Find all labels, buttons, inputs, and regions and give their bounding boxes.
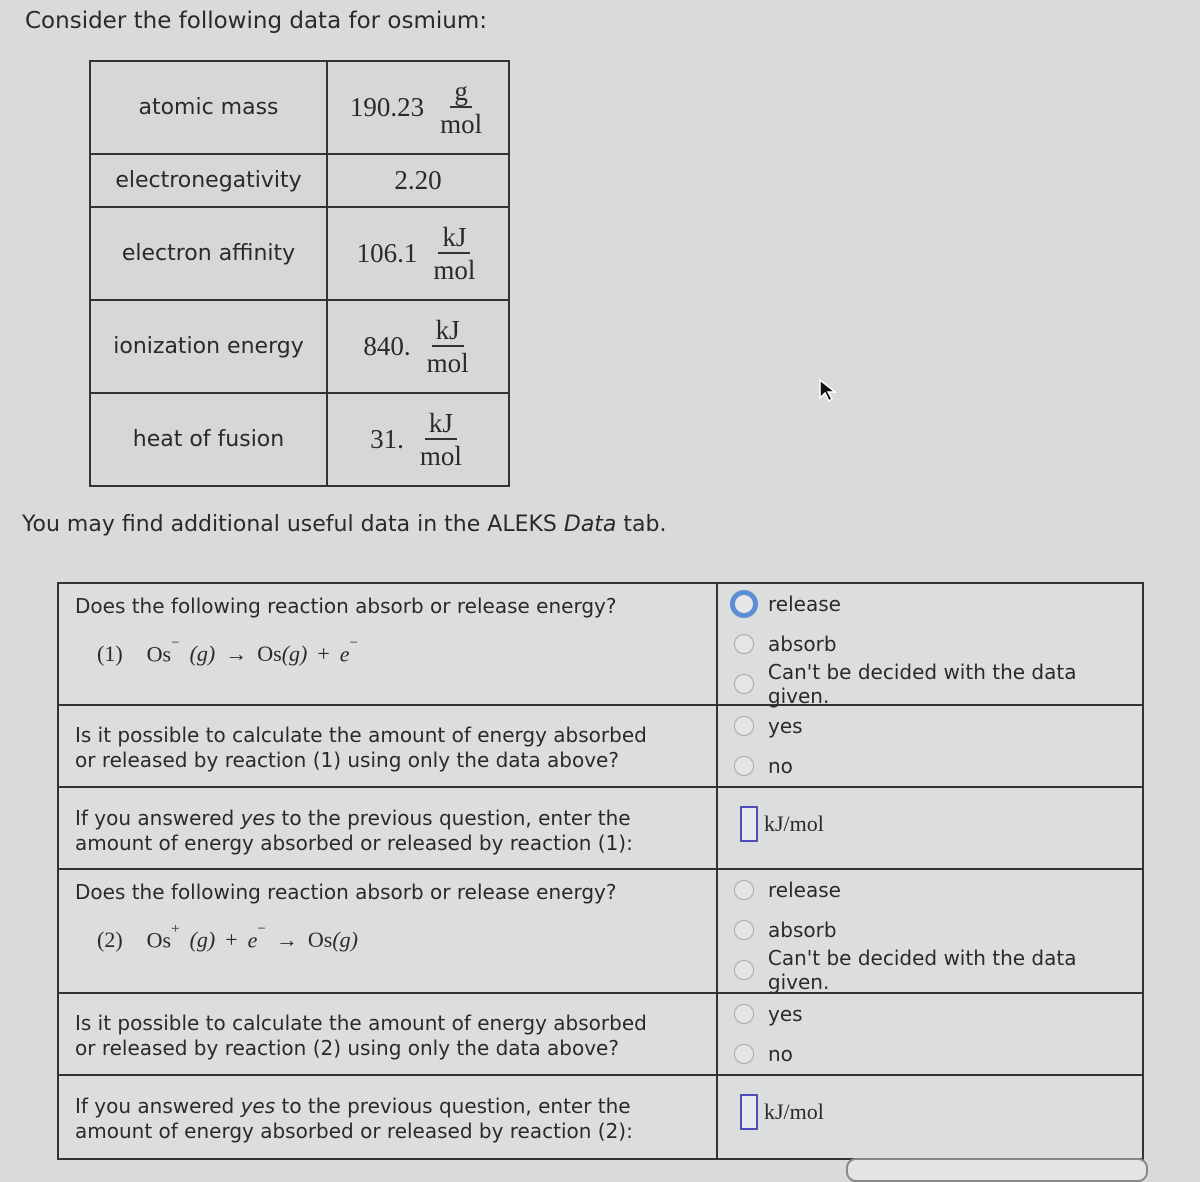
mouse-cursor-icon — [819, 378, 838, 403]
property-label: ionization energy — [89, 299, 328, 394]
arrow-icon: → — [225, 641, 248, 667]
radio-button[interactable] — [734, 1004, 754, 1024]
reaction-2-option-no[interactable]: no — [734, 1034, 1142, 1074]
reaction-2-option-yes[interactable]: yes — [734, 994, 1142, 1034]
radio-button[interactable] — [734, 880, 754, 900]
radio-button[interactable] — [734, 716, 754, 736]
table-row: atomic mass 190.23 g mol — [89, 60, 510, 155]
unit-numerator: g — [450, 76, 472, 108]
unit-denominator: mol — [433, 254, 476, 285]
reaction-2-option-release[interactable]: release — [734, 870, 1142, 910]
osmium-data-table: atomic mass 190.23 g mol electronegativity… — [89, 60, 510, 487]
radio-button[interactable] — [730, 590, 758, 618]
radio-button[interactable] — [734, 674, 754, 694]
bottom-button[interactable] — [846, 1158, 1148, 1182]
radio-button[interactable] — [734, 634, 754, 654]
reaction-1-option-cant-decide[interactable]: Can't be decided with the data given. — [734, 660, 1142, 708]
unit-numerator: kJ — [424, 408, 457, 440]
property-value: 106.1 — [356, 238, 418, 268]
property-value: 840. — [363, 331, 411, 361]
reaction-1-option-no[interactable]: no — [734, 746, 1142, 786]
reaction-2-answer-row: If you answered yes to the previous ques… — [57, 1074, 1144, 1160]
property-label: atomic mass — [89, 60, 328, 155]
table-row: heat of fusion 31. kJ mol — [89, 392, 510, 487]
reaction-2-option-cant-decide[interactable]: Can't be decided with the data given. — [734, 946, 1142, 994]
reaction-1-option-absorb[interactable]: absorb — [734, 624, 1142, 664]
reaction-2-equation: (2) Os+ (g) + e− → Os(g) — [97, 921, 358, 953]
reaction-2-possible-row: Is it possible to calculate the amount o… — [57, 992, 1144, 1076]
reaction-1-equation: (1) Os− (g) → Os(g) + e− — [97, 635, 358, 667]
table-row: electron affinity 106.1 kJ mol — [89, 206, 510, 301]
reaction-1-option-release[interactable]: release — [730, 584, 1142, 624]
radio-button[interactable] — [734, 920, 754, 940]
reaction-2-energy-input[interactable] — [740, 1094, 758, 1130]
reaction-1-possible-row: Is it possible to calculate the amount o… — [57, 704, 1144, 788]
unit-denominator: mol — [419, 440, 462, 471]
unit-numerator: kJ — [431, 315, 464, 347]
reaction-1-energy-input[interactable] — [740, 806, 758, 842]
radio-button[interactable] — [734, 756, 754, 776]
unit-denominator: mol — [440, 108, 483, 139]
reaction-1-answer-row: If you answered yes to the previous ques… — [57, 786, 1144, 870]
unit-label: kJ/mol — [764, 811, 824, 836]
radio-button[interactable] — [734, 960, 754, 980]
data-tab-note: You may find additional useful data in t… — [22, 512, 667, 537]
unit-label: kJ/mol — [764, 1099, 824, 1124]
reaction-2-option-absorb[interactable]: absorb — [734, 910, 1142, 950]
property-value: 2.20 — [326, 153, 510, 208]
unit-numerator: kJ — [438, 222, 471, 254]
reaction-1-question: Does the following reaction absorb or re… — [75, 594, 617, 618]
reaction-2-energy-row: Does the following reaction absorb or re… — [57, 868, 1144, 994]
reaction-2-question: Does the following reaction absorb or re… — [75, 880, 617, 904]
arrow-icon: → — [275, 927, 298, 953]
property-label: electron affinity — [89, 206, 328, 301]
property-value: 31. — [370, 424, 404, 454]
question-table: Does the following reaction absorb or re… — [57, 582, 1144, 1160]
table-row: ionization energy 840. kJ mol — [89, 299, 510, 394]
reaction-1-option-yes[interactable]: yes — [734, 706, 1142, 746]
reaction-1-energy-row: Does the following reaction absorb or re… — [57, 582, 1144, 708]
radio-button[interactable] — [734, 1044, 754, 1064]
unit-denominator: mol — [426, 347, 469, 378]
data-tab-link[interactable]: Data — [564, 512, 617, 537]
property-value: 190.23 — [349, 92, 425, 122]
property-label: electronegativity — [89, 153, 328, 208]
property-label: heat of fusion — [89, 392, 328, 487]
intro-text: Consider the following data for osmium: — [25, 8, 487, 34]
table-row: electronegativity 2.20 — [89, 153, 510, 208]
